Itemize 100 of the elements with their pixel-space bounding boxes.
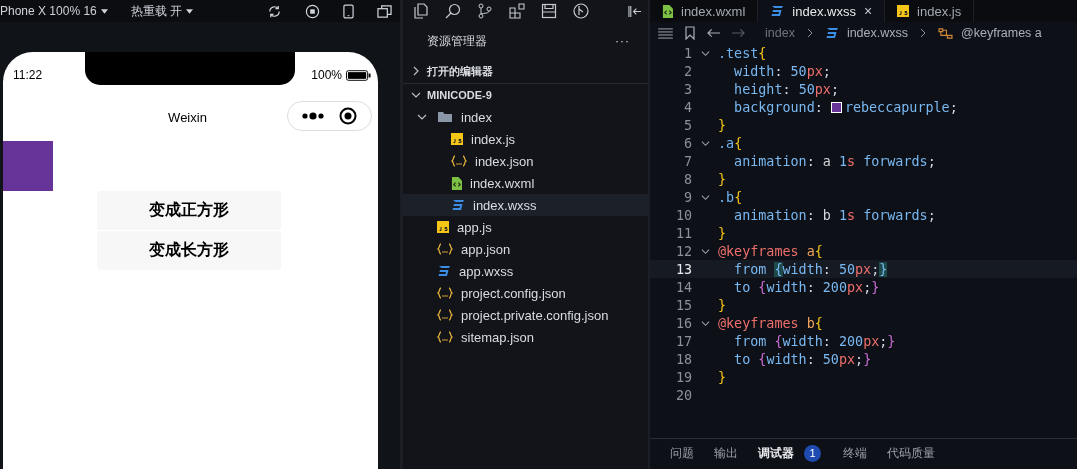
battery-icon <box>346 69 371 81</box>
caret-icon <box>100 8 108 14</box>
line-number: 17 <box>674 333 692 349</box>
line-number: 15 <box>674 297 692 313</box>
folder-icon <box>437 111 453 123</box>
code-line: width: 50px; <box>733 63 831 79</box>
tree-item[interactable]: sitemap.json <box>403 326 648 348</box>
code-line: height: 50px; <box>733 81 839 97</box>
caret-icon <box>186 8 194 14</box>
panel-tab[interactable]: 终端 <box>843 444 867 462</box>
refresh-icon[interactable] <box>267 3 282 19</box>
json-file-icon <box>437 287 453 299</box>
code-line: animation: b 1s forwards; <box>733 207 936 223</box>
files-icon[interactable] <box>413 3 429 19</box>
symbol-icon <box>938 26 954 40</box>
code-line: @keyframes b{ <box>718 315 823 331</box>
save-icon[interactable] <box>541 3 557 19</box>
tree-item[interactable]: index.wxml <box>403 172 648 194</box>
css-file-icon <box>437 265 451 277</box>
line-number: 2 <box>682 63 692 79</box>
close-button[interactable]: × <box>863 3 873 19</box>
bookmark-icon[interactable] <box>685 26 695 40</box>
fold-chevron-icon[interactable] <box>700 318 710 328</box>
json-file-icon <box>437 331 453 343</box>
panel-tab[interactable]: 输出 <box>714 444 738 462</box>
code-file-icon <box>662 4 673 18</box>
fold-chevron-icon[interactable] <box>700 246 710 256</box>
breadcrumb-item[interactable]: @keyframes a <box>938 26 1042 40</box>
line-number: 1 <box>682 45 692 61</box>
close-target-icon[interactable] <box>339 107 358 125</box>
nav-title: Weixin <box>168 109 207 125</box>
line-number: 11 <box>674 225 692 241</box>
line-number: 6 <box>682 135 692 151</box>
device-dropdown[interactable]: Phone X 100% 16 <box>0 4 108 18</box>
panel-tab[interactable]: 代码质量 <box>887 444 935 462</box>
fold-chevron-icon[interactable] <box>700 192 710 202</box>
action-button[interactable]: 变成正方形 <box>96 191 281 230</box>
section-header[interactable]: MINICODE-9 <box>403 83 648 106</box>
action-button[interactable]: 变成长方形 <box>96 231 281 270</box>
section-header[interactable]: 打开的编辑器 <box>403 60 648 82</box>
js-file-icon <box>897 5 910 17</box>
search-icon[interactable] <box>445 3 461 19</box>
more-dots-icon[interactable] <box>301 112 324 120</box>
status-time: 11:22 <box>13 68 43 82</box>
outline-list-icon[interactable] <box>658 27 673 39</box>
js-file-icon <box>451 133 463 145</box>
code-file-icon <box>451 176 462 190</box>
explorer-title: 资源管理器 <box>427 32 487 50</box>
tree-item[interactable]: index <box>403 106 648 128</box>
line-number: 10 <box>674 207 692 223</box>
tree-item[interactable]: index.json <box>403 150 648 172</box>
line-number: 7 <box>682 153 692 169</box>
code-line: } <box>718 117 727 133</box>
tree-item[interactable]: index.js <box>403 128 648 150</box>
panel-tab[interactable]: 调试器 <box>758 444 794 462</box>
panel-tab[interactable]: 问题 <box>670 444 694 462</box>
code-line: @keyframes a{ <box>718 243 823 259</box>
editor-tab[interactable]: index.wxss × <box>758 0 886 22</box>
line-number: 12 <box>674 243 692 259</box>
breadcrumb-item[interactable]: index.wxss <box>824 26 909 40</box>
extensions-icon[interactable] <box>509 3 525 19</box>
stop-icon[interactable] <box>305 3 320 19</box>
windows-icon[interactable] <box>377 3 392 19</box>
line-number: 9 <box>682 189 692 205</box>
chevron-right-icon <box>806 28 813 38</box>
fold-chevron-icon[interactable] <box>700 138 710 148</box>
editor-tab[interactable]: index.js <box>885 0 975 22</box>
code-line: .b{ <box>718 189 743 205</box>
tree-item[interactable]: project.private.config.json <box>403 304 648 326</box>
line-number: 16 <box>674 315 692 331</box>
code-line: from {width: 200px;} <box>733 333 896 349</box>
back-arrow-icon[interactable] <box>707 28 720 38</box>
line-number: 18 <box>674 351 692 367</box>
tree-item[interactable]: app.wxss <box>403 260 648 282</box>
tree-item[interactable]: project.config.json <box>403 282 648 304</box>
color-swatch[interactable] <box>830 101 842 113</box>
css-file-icon <box>451 199 465 211</box>
code-line: .a{ <box>718 135 743 151</box>
code-line: background: rebeccapurple; <box>733 99 958 115</box>
hot-reload-dropdown[interactable]: 热重载 开 <box>130 2 194 20</box>
more-button[interactable]: ··· <box>615 34 630 48</box>
tree-item[interactable]: app.js <box>403 216 648 238</box>
code-line: to {width: 50px;} <box>733 351 872 367</box>
css-file-icon <box>770 5 785 17</box>
line-number: 4 <box>682 99 692 115</box>
fold-chevron-icon[interactable] <box>700 48 710 58</box>
js-file-icon <box>437 221 449 233</box>
phone-icon[interactable] <box>343 3 354 19</box>
code-line: .test{ <box>718 45 767 61</box>
branch-icon[interactable] <box>477 3 493 19</box>
code-line: } <box>718 369 727 385</box>
tree-item[interactable]: index.wxss <box>403 194 648 216</box>
tree-item[interactable]: app.json <box>403 238 648 260</box>
line-number: 8 <box>682 171 692 187</box>
breadcrumb-item[interactable]: index <box>765 26 795 40</box>
line-number: 20 <box>674 387 692 403</box>
collapse-panel-icon[interactable] <box>627 4 642 18</box>
line-number: 19 <box>674 369 692 385</box>
json-file-icon <box>437 243 453 255</box>
line-number: 5 <box>682 117 692 133</box>
